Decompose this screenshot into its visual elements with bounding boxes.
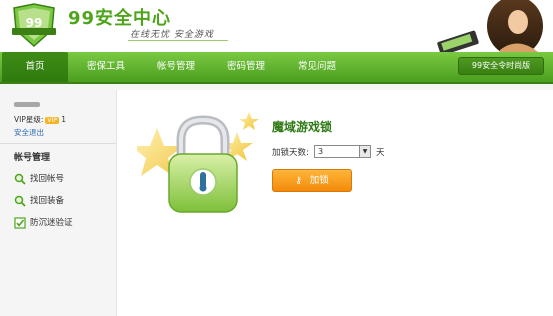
sidebar-item-label: 防沉迷验证: [30, 218, 73, 228]
search-icon: [14, 173, 26, 185]
vip-label: VIP星级:: [14, 115, 44, 124]
lock-days-label: 加锁天数:: [272, 148, 309, 158]
sidebar-divider: [0, 143, 116, 144]
site-slogan: 在线无忧 安全游戏: [130, 30, 214, 40]
check-icon: [14, 216, 26, 229]
lock-days-unit: 天: [376, 148, 385, 158]
svg-text:99: 99: [26, 16, 43, 30]
nav-security-tools[interactable]: 密保工具: [76, 52, 136, 82]
lock-button[interactable]: ⚷ 加锁: [272, 169, 352, 192]
nav-faq[interactable]: 常见问题: [287, 52, 347, 82]
version-link[interactable]: 99安全令时尚版: [458, 57, 544, 75]
sidebar: VIP星级: VIP 1 安全退出 帐号管理 找回帐号 找回装备 防沉迷验证: [0, 90, 117, 316]
nav-password-management[interactable]: 密码管理: [216, 52, 276, 82]
main-nav: 首页 密保工具 帐号管理 密码管理 常见问题 99安全令时尚版: [0, 52, 553, 84]
key-icon: ⚷: [295, 176, 302, 186]
chevron-down-icon[interactable]: ▼: [359, 146, 370, 157]
search-icon: [14, 195, 26, 207]
padlock-with-stars-icon: [137, 112, 259, 213]
main-content: 魔域游戏锁 加锁天数: 3 ▼ 天 ⚷ 加锁: [117, 90, 553, 316]
hero-character-image: [420, 0, 553, 60]
sidebar-item-anti-addiction[interactable]: 防沉迷验证: [14, 216, 73, 229]
page-title: 魔域游戏锁: [272, 120, 333, 134]
vip-badge: VIP: [45, 117, 59, 124]
header: 99 99安全中心 在线无忧 安全游戏: [0, 0, 553, 60]
vip-level: VIP星级: VIP 1: [14, 114, 66, 125]
sidebar-item-label: 找回装备: [30, 196, 65, 206]
sidebar-section-title: 帐号管理: [14, 153, 51, 163]
nav-account-management[interactable]: 帐号管理: [146, 52, 206, 82]
logo-shield-icon: 99: [12, 3, 56, 48]
logout-link[interactable]: 安全退出: [14, 127, 44, 138]
nav-home[interactable]: 首页: [2, 52, 68, 82]
lock-days-select[interactable]: 3 ▼: [314, 145, 371, 158]
lock-button-label: 加锁: [309, 175, 329, 186]
sidebar-item-label: 找回帐号: [30, 174, 65, 184]
vip-suffix: 1: [61, 115, 67, 124]
lock-days-value: 3: [318, 147, 324, 156]
sidebar-item-recover-equipment[interactable]: 找回装备: [14, 194, 64, 207]
username-placeholder: [14, 102, 40, 107]
slogan-underline: [128, 40, 228, 41]
sidebar-item-recover-account[interactable]: 找回帐号: [14, 172, 64, 185]
